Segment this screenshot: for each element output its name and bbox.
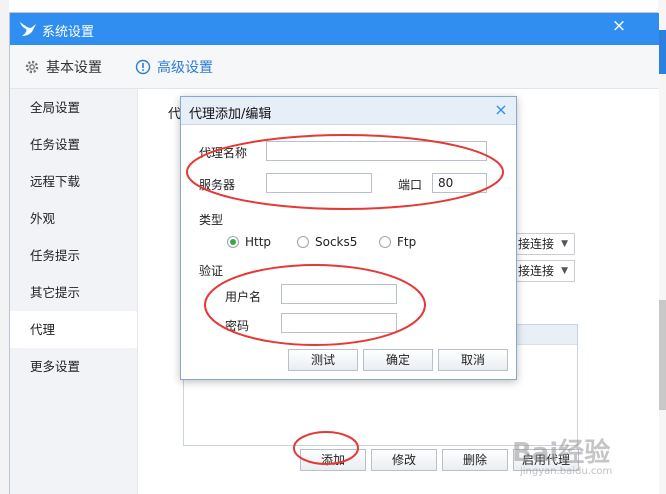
tab-label: 高级设置 [157,60,213,76]
ok-button[interactable]: 确定 [363,349,433,371]
cancel-button[interactable]: 取消 [438,349,508,371]
server-input[interactable] [266,173,372,193]
background-accent [658,30,666,74]
gear-icon [25,60,39,74]
select-value: 接连接 [518,237,555,251]
sidebar-item-more[interactable]: 更多设置 [10,348,137,385]
auth-label: 验证 [199,264,224,278]
radio-dot [379,236,391,248]
app-logo-icon [20,22,36,36]
port-input[interactable]: 80 [432,173,487,193]
test-button[interactable]: 测试 [288,349,358,371]
type-label: 类型 [199,213,224,227]
background-scrollbar[interactable] [658,300,666,410]
sidebar-item-task-notify[interactable]: 任务提示 [10,237,137,274]
info-circle-icon [135,59,151,75]
tab-label: 基本设置 [46,60,102,76]
sidebar-item-other-notify[interactable]: 其它提示 [10,274,137,311]
port-label: 端口 [398,178,423,192]
title-bar: 系统设置 × [10,13,659,45]
username-input[interactable] [281,284,397,304]
proxy-name-input[interactable] [266,141,487,161]
radio-dot [297,236,309,248]
dialog-title: 代理添加/编辑 [189,107,272,122]
settings-tab-bar: 基本设置 高级设置 [10,45,659,89]
server-label: 服务器 [199,178,236,192]
sidebar-item-tasks[interactable]: 任务设置 [10,126,137,163]
chevron-down-icon: ▼ [561,239,568,249]
dialog-title-bar: 代理添加/编辑 × [181,97,516,125]
delete-proxy-button[interactable]: 删除 [442,449,508,471]
proxy-edit-dialog: 代理添加/编辑 × 代理名称 服务器 端口 80 类型 Http Socks5 … [180,96,517,380]
background-right-edge [658,0,666,494]
sidebar-item-appearance[interactable]: 外观 [10,200,137,237]
sidebar-item-remote-download[interactable]: 远程下载 [10,163,137,200]
password-input[interactable] [281,313,397,333]
radio-http[interactable]: Http [227,235,271,249]
select-value: 接连接 [518,264,555,278]
modify-proxy-button[interactable]: 修改 [371,449,437,471]
sidebar-item-proxy[interactable]: 代理 [10,311,137,348]
radio-label: Ftp [397,235,417,249]
radio-ftp[interactable]: Ftp [379,235,416,249]
radio-label: Socks5 [315,235,358,249]
chevron-down-icon: ▼ [561,266,568,276]
radio-socks5[interactable]: Socks5 [297,235,357,249]
tab-advanced-settings[interactable]: 高级设置 [135,57,213,77]
window-close-button[interactable]: × [608,16,630,36]
radio-dot-selected [227,236,239,248]
background-left-edge [0,0,9,494]
connection-select-2[interactable]: 接连接 ▼ [513,260,575,282]
connection-select-1[interactable]: 接连接 ▼ [513,233,575,255]
watermark-logo: Bai经验 [512,438,611,468]
watermark-url: jingyan.baidu.com [520,466,613,477]
settings-sidebar: 全局设置 任务设置 远程下载 外观 任务提示 其它提示 代理 更多设置 [10,89,138,494]
username-label: 用户名 [225,290,262,304]
add-proxy-button[interactable]: 添加 [300,449,366,471]
password-label: 密码 [225,319,250,333]
sidebar-item-global[interactable]: 全局设置 [10,89,137,126]
proxy-name-label: 代理名称 [199,146,248,160]
window-title: 系统设置 [42,25,95,40]
radio-label: Http [245,235,272,249]
tab-basic-settings[interactable]: 基本设置 [24,57,102,77]
dialog-close-button[interactable]: × [492,100,510,119]
